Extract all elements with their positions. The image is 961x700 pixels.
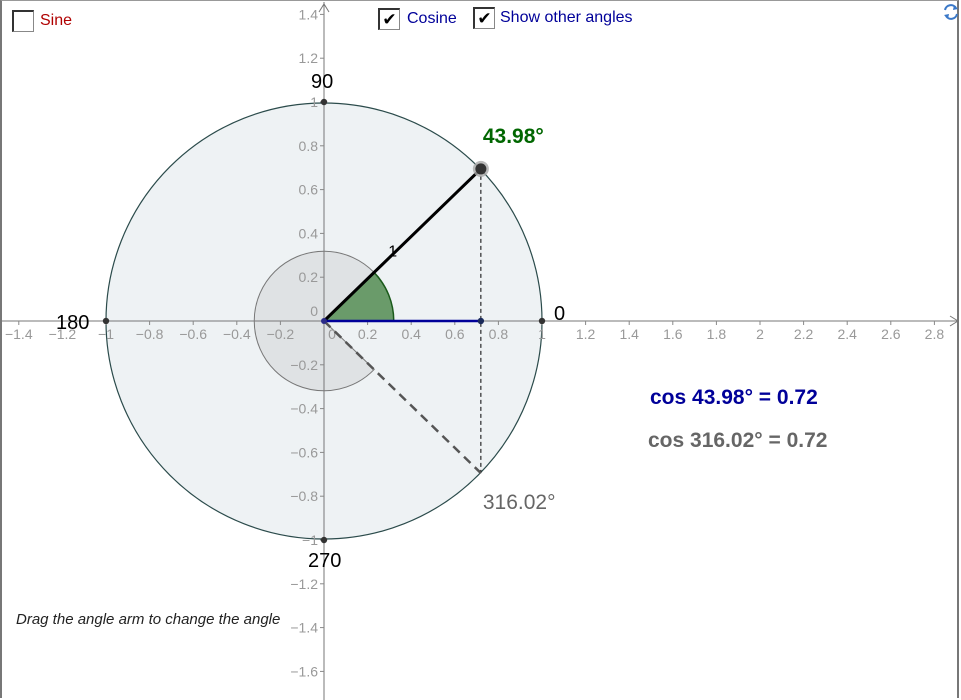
- point-180-deg: [102, 317, 110, 325]
- y-tick-label: −0.8: [290, 488, 318, 504]
- refresh-icon: [944, 4, 958, 20]
- cosine-readout: cos 43.98° = 0.72: [650, 386, 818, 409]
- x-tick-label: 0.2: [358, 326, 378, 342]
- radius-label: 1: [388, 244, 397, 261]
- x-tick-label: 2.4: [837, 326, 857, 342]
- x-tick-label: 0.8: [489, 326, 509, 342]
- show-other-angles-checkbox[interactable]: ✔ Show other angles: [473, 7, 633, 29]
- x-tick-label: 0: [328, 326, 336, 342]
- show-other-angles-label[interactable]: Show other angles: [500, 9, 633, 27]
- point-0-deg: [538, 317, 546, 325]
- y-tick-label: −0.2: [290, 357, 318, 373]
- y-tick-label: 1.2: [299, 50, 319, 66]
- show-other-angles-checkbox-box[interactable]: ✔: [473, 7, 495, 29]
- y-tick-label: 0.8: [299, 138, 319, 154]
- y-tick-label: 0.2: [299, 269, 319, 285]
- x-tick-label: 1.4: [619, 326, 639, 342]
- sine-checkbox-box[interactable]: [12, 10, 34, 32]
- x-tick-label: 1.8: [707, 326, 727, 342]
- y-tick-label: −1.4: [290, 620, 318, 636]
- x-tick-label: −0.6: [179, 326, 207, 342]
- x-tick-label: −0.8: [136, 326, 164, 342]
- x-tick-label: 2: [756, 326, 764, 342]
- y-tick-label: 0: [310, 303, 318, 319]
- degree-label-0: 0: [554, 303, 565, 325]
- checkmark-icon: ✔: [382, 9, 397, 29]
- cosine-point: [477, 317, 485, 325]
- degree-label-90: 90: [311, 71, 333, 93]
- y-tick-label: −0.4: [290, 401, 318, 417]
- y-tick-label: 0.6: [299, 182, 319, 198]
- point-270-deg: [320, 536, 328, 544]
- x-tick-label: −1: [98, 326, 114, 342]
- cosine-checkbox[interactable]: ✔ Cosine: [378, 8, 457, 30]
- degree-label-270: 270: [308, 550, 341, 572]
- checkmark-icon: ✔: [477, 8, 492, 28]
- cosine-checkbox-box[interactable]: ✔: [378, 8, 400, 30]
- origin-point: [321, 318, 327, 324]
- cosine-checkbox-label[interactable]: Cosine: [407, 10, 457, 28]
- y-tick-label: 1.4: [299, 6, 319, 22]
- x-tick-label: 0.6: [445, 326, 465, 342]
- point-90-deg: [320, 98, 328, 106]
- angle-value-label: 43.98°: [483, 125, 544, 148]
- graphics-view[interactable]: −1.4 −1.2 −1 −0.8 −0.6 −0.4 −0.2 0 0.2 0.4 0.6 0.8 1…: [0, 0, 961, 700]
- x-tick-label: 1: [538, 326, 546, 342]
- x-tick-label: 2.2: [794, 326, 814, 342]
- y-tick-label: −1: [302, 532, 318, 548]
- x-tick-label: 0.4: [401, 326, 421, 342]
- x-tick-label: −0.2: [267, 326, 295, 342]
- x-tick-label: −0.4: [223, 326, 251, 342]
- sine-checkbox[interactable]: Sine: [12, 10, 72, 32]
- y-tick-label: −0.6: [290, 444, 318, 460]
- y-tick-label: −1.6: [290, 663, 318, 679]
- sine-checkbox-label[interactable]: Sine: [40, 12, 72, 30]
- x-tick-label: −1.4: [5, 326, 33, 342]
- degree-label-180: 180: [56, 312, 89, 334]
- y-tick-label: −1.2: [290, 576, 318, 592]
- y-tick-label: 1: [310, 94, 318, 110]
- refresh-button[interactable]: [943, 3, 959, 21]
- x-tick-label: 2.6: [881, 326, 901, 342]
- arm-handle[interactable]: [475, 163, 487, 175]
- x-tick-label: 1.6: [663, 326, 683, 342]
- y-tick-label: 0.4: [299, 225, 319, 241]
- instruction-text: Drag the angle arm to change the angle: [16, 611, 280, 628]
- x-tick-label: 1.2: [576, 326, 596, 342]
- cosine-other-readout: cos 316.02° = 0.72: [648, 429, 827, 452]
- other-angle-value-label: 316.02°: [483, 491, 556, 514]
- x-tick-label: 2.8: [925, 326, 945, 342]
